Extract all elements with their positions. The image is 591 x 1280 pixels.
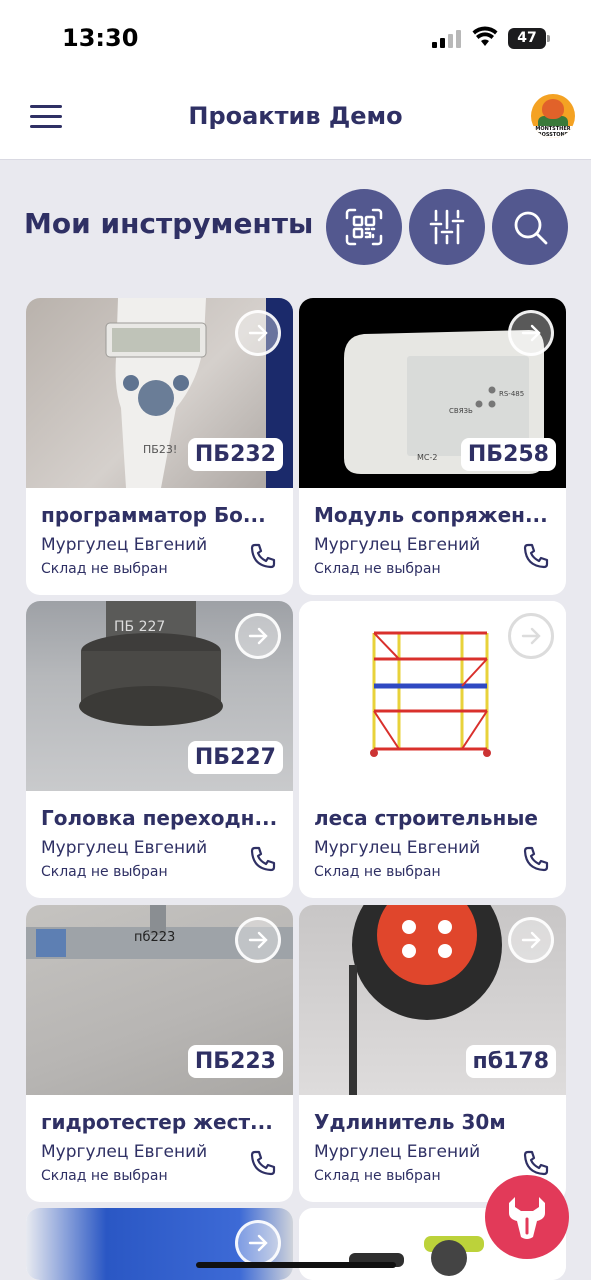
app-title: Проактив Демо bbox=[188, 102, 403, 130]
tool-name: Модуль сопряжен... bbox=[314, 503, 548, 527]
phone-icon[interactable] bbox=[249, 845, 277, 873]
tool-name: гидротестер жест... bbox=[41, 1110, 273, 1134]
tool-code-badge: пб178 bbox=[465, 1045, 556, 1078]
svg-text:СВЯЗЬ: СВЯЗЬ bbox=[449, 407, 473, 415]
home-indicator bbox=[196, 1262, 396, 1268]
open-arrow-icon[interactable] bbox=[235, 310, 281, 356]
tool-warehouse: Склад не выбран bbox=[41, 1168, 168, 1184]
wifi-icon bbox=[472, 26, 498, 46]
tool-warehouse: Склад не выбран bbox=[41, 561, 168, 577]
tool-name: леса строительные bbox=[314, 806, 538, 830]
tool-owner: Мургулец Евгений bbox=[314, 838, 481, 858]
tool-name: Головка переходн... bbox=[41, 806, 278, 830]
svg-text:ПБ 227: ПБ 227 bbox=[114, 619, 165, 635]
phone-icon[interactable] bbox=[522, 845, 550, 873]
phone-icon[interactable] bbox=[249, 542, 277, 570]
tool-warehouse: Склад не выбран bbox=[314, 561, 441, 577]
tool-name: Удлинитель 30м bbox=[314, 1110, 506, 1134]
tool-card[interactable]: леса строительные Мургулец Евгений Склад… bbox=[299, 601, 566, 898]
tool-card[interactable]: ПБ23! ПБ232 программатор Бо... Мургулец … bbox=[26, 298, 293, 595]
open-arrow-icon[interactable] bbox=[508, 613, 554, 659]
open-arrow-icon[interactable] bbox=[235, 613, 281, 659]
tool-warehouse: Склад не выбран bbox=[41, 864, 168, 880]
tool-card[interactable]: СВЯЗЬ RS-485 MC-2 ПБ258 Модуль сопряжен.… bbox=[299, 298, 566, 595]
tool-owner: Мургулец Евгений bbox=[41, 535, 208, 555]
wrench-icon bbox=[509, 1197, 545, 1239]
avatar[interactable]: MONTSTHER BOSSTONE bbox=[531, 94, 575, 138]
qr-code-icon bbox=[345, 208, 383, 246]
tool-card[interactable]: ПБ 227 ПБ227 Головка переходн... Мургуле… bbox=[26, 601, 293, 898]
svg-text:пб223: пб223 bbox=[134, 930, 175, 945]
tool-code-badge: ПБ227 bbox=[187, 741, 283, 774]
open-arrow-icon[interactable] bbox=[508, 917, 554, 963]
status-time: 13:30 bbox=[62, 24, 139, 52]
open-arrow-icon[interactable] bbox=[508, 310, 554, 356]
tool-card[interactable] bbox=[26, 1208, 293, 1280]
tool-owner: Мургулец Евгений bbox=[41, 838, 208, 858]
signal-icon bbox=[432, 30, 462, 48]
open-arrow-icon[interactable] bbox=[235, 917, 281, 963]
page-title: Мои инструменты bbox=[24, 207, 314, 240]
phone-icon[interactable] bbox=[522, 1149, 550, 1177]
svg-text:ПБ23!: ПБ23! bbox=[143, 443, 177, 456]
tool-warehouse: Склад не выбран bbox=[314, 864, 441, 880]
tool-owner: Мургулец Евгений bbox=[314, 535, 481, 555]
filter-button[interactable] bbox=[409, 189, 485, 265]
tool-owner: Мургулец Евгений bbox=[41, 1142, 208, 1162]
phone-icon[interactable] bbox=[522, 542, 550, 570]
tool-card[interactable]: пб178 Удлинитель 30м Мургулец Евгений Ск… bbox=[299, 905, 566, 1202]
tool-code-badge: ПБ223 bbox=[187, 1045, 283, 1078]
tool-warehouse: Склад не выбран bbox=[314, 1168, 441, 1184]
phone-icon[interactable] bbox=[249, 1149, 277, 1177]
app-header: Проактив Демо MONTSTHER BOSSTONE bbox=[0, 76, 591, 160]
tool-card[interactable]: пб223 ПБ223 гидротестер жест... Мургулец… bbox=[26, 905, 293, 1202]
tool-fab-button[interactable] bbox=[485, 1175, 569, 1259]
avatar-label: MONTSTHER BOSSTONE bbox=[531, 126, 575, 138]
tool-code-badge: ПБ258 bbox=[460, 438, 556, 471]
qr-scan-button[interactable] bbox=[326, 189, 402, 265]
search-button[interactable] bbox=[492, 189, 568, 265]
svg-text:MC-2: MC-2 bbox=[417, 453, 437, 462]
search-icon bbox=[514, 211, 548, 245]
tool-owner: Мургулец Евгений bbox=[314, 1142, 481, 1162]
sliders-icon bbox=[429, 209, 465, 245]
tool-name: программатор Бо... bbox=[41, 503, 266, 527]
status-bar: 13:30 47 bbox=[0, 0, 591, 76]
open-arrow-icon[interactable] bbox=[235, 1220, 281, 1266]
svg-text:RS-485: RS-485 bbox=[499, 390, 524, 398]
battery-icon: 47 bbox=[508, 28, 550, 49]
tool-code-badge: ПБ232 bbox=[187, 438, 283, 471]
